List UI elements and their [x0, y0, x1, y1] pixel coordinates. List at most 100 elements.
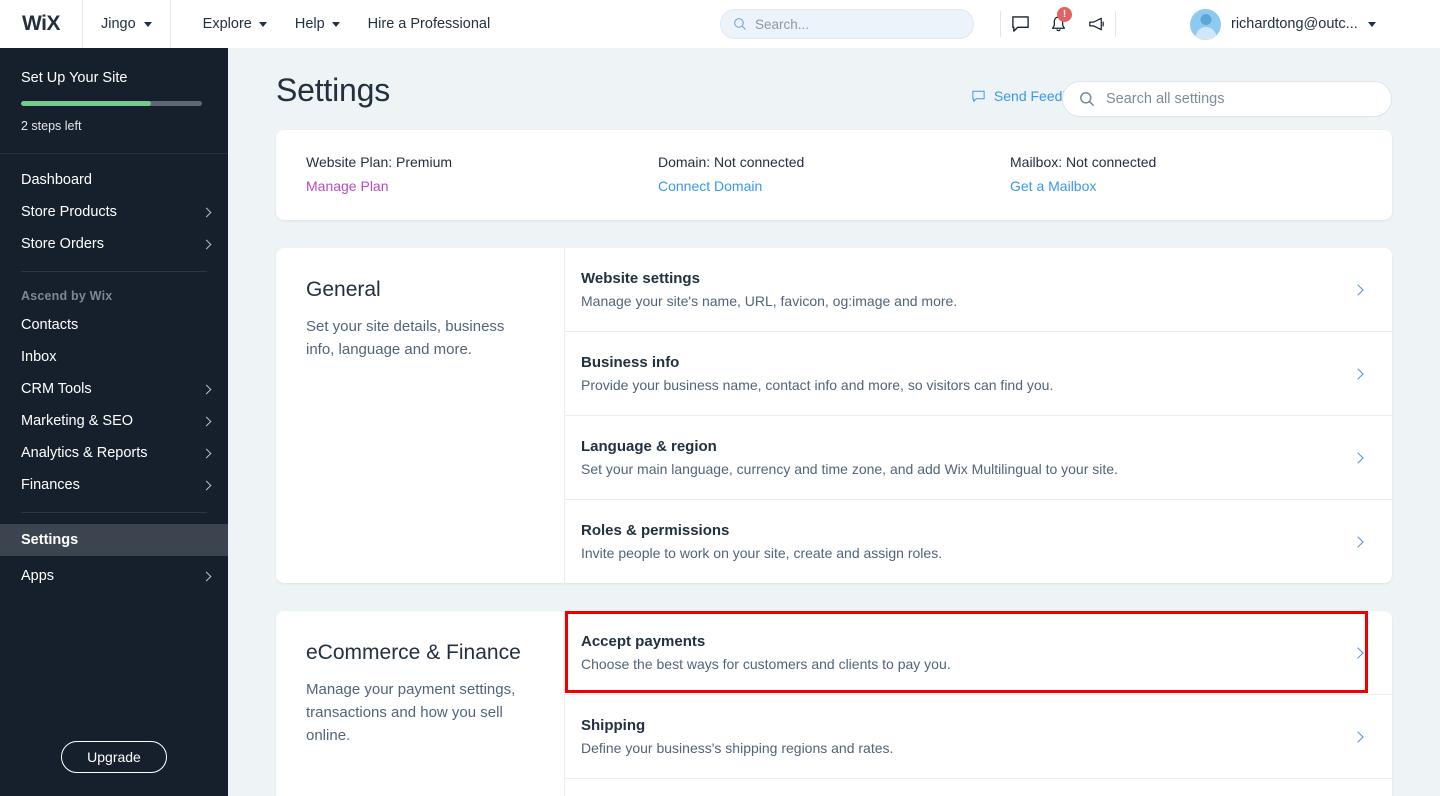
notifications-button[interactable]: !	[1039, 0, 1077, 48]
sidebar-item-label: Marketing & SEO	[21, 413, 134, 429]
page-header: Settings Send Feedback Search all settin…	[228, 48, 1440, 130]
row-text: Roles & permissions Invite people to wor…	[581, 522, 942, 561]
sidebar-item-label: Analytics & Reports	[21, 445, 148, 461]
website-plan-label: Website Plan: Premium	[306, 154, 453, 170]
sidebar-item-inbox[interactable]: Inbox	[0, 341, 228, 373]
chevron-right-icon	[201, 448, 212, 458]
user-account-menu[interactable]: richardtong@outc...	[1190, 0, 1376, 48]
sidebar-item-contacts[interactable]: Contacts	[0, 309, 228, 341]
sidebar-item-finances[interactable]: Finances	[0, 469, 228, 501]
chevron-down-icon	[143, 21, 152, 27]
setup-steps-left: 2 steps left	[21, 119, 82, 133]
upgrade-button[interactable]: Upgrade	[61, 741, 167, 773]
megaphone-icon	[1088, 17, 1104, 30]
search-icon	[1080, 92, 1095, 107]
chevron-down-icon	[331, 21, 340, 27]
settings-row-accept-payments[interactable]: Accept payments Choose the best ways for…	[565, 611, 1392, 695]
settings-row-business-info[interactable]: Business info Provide your business name…	[565, 332, 1392, 416]
row-title: Roles & permissions	[581, 522, 730, 539]
row-text: Accept payments Choose the best ways for…	[581, 633, 951, 672]
site-status-card: Website Plan: Premium Manage Plan Domain…	[276, 130, 1392, 220]
row-description: Manage your site's name, URL, favicon, o…	[581, 293, 958, 309]
sidebar-item-label: Settings	[21, 532, 79, 548]
section-ecommerce-rows: Accept payments Choose the best ways for…	[564, 611, 1392, 796]
nav-hire-a-professional[interactable]: Hire a Professional	[354, 0, 505, 48]
sidebar-item-marketing-seo[interactable]: Marketing & SEO	[0, 405, 228, 437]
settings-row-roles-permissions[interactable]: Roles & permissions Invite people to wor…	[565, 500, 1392, 583]
chat-icon	[1011, 15, 1029, 32]
sidebar-item-apps[interactable]: Apps	[0, 560, 228, 592]
nav-explore-label: Explore	[202, 16, 252, 32]
row-description: Set your main language, currency and tim…	[581, 461, 1118, 477]
section-description: Manage your payment settings, transactio…	[306, 681, 516, 744]
sidebar-item-settings[interactable]: Settings	[0, 524, 228, 556]
row-text: Language & region Set your main language…	[581, 438, 1118, 477]
global-search[interactable]: Search...	[720, 9, 974, 39]
section-ecommerce-finance: eCommerce & Finance Manage your payment …	[276, 611, 1392, 796]
sidebar-divider	[21, 271, 207, 272]
sidebar-item-store-orders[interactable]: Store Orders	[0, 228, 228, 260]
settings-search-input[interactable]: Search all settings	[1062, 81, 1392, 117]
main-content: Settings Send Feedback Search all settin…	[228, 48, 1440, 796]
row-description: Invite people to work on your site, crea…	[581, 545, 943, 561]
feedback-chat-icon	[972, 90, 985, 102]
search-icon	[734, 18, 747, 31]
row-text: Shipping Define your business's shipping…	[581, 717, 893, 756]
section-title: General	[306, 278, 381, 301]
chevron-down-icon	[258, 21, 267, 27]
setup-progress-fill	[21, 101, 152, 106]
domain-label: Domain: Not connected	[658, 154, 805, 170]
avatar	[1190, 8, 1221, 40]
chat-icon-button[interactable]	[1001, 0, 1039, 48]
sidebar-item-crm-tools[interactable]: CRM Tools	[0, 373, 228, 405]
sidebar-item-label: Contacts	[21, 317, 79, 333]
user-email-label: richardtong@outc...	[1231, 16, 1358, 32]
row-title: Accept payments	[581, 633, 706, 650]
settings-row-website-settings[interactable]: Website settings Manage your site's name…	[565, 248, 1392, 332]
row-description: Provide your business name, contact info…	[581, 377, 1054, 393]
mailbox-column: Mailbox: Not connected Get a Mailbox	[1010, 154, 1362, 194]
setup-your-site-panel[interactable]: Set Up Your Site 2 steps left	[0, 48, 228, 154]
nav-help[interactable]: Help	[281, 0, 354, 48]
chevron-right-icon	[1352, 283, 1364, 296]
row-title: Language & region	[581, 438, 717, 455]
connect-domain-link[interactable]: Connect Domain	[658, 178, 1010, 194]
row-text: Business info Provide your business name…	[581, 354, 1053, 393]
settings-row-partial-cutoff[interactable]	[565, 779, 1392, 796]
settings-row-language-region[interactable]: Language & region Set your main language…	[565, 416, 1392, 500]
sidebar-item-dashboard[interactable]: Dashboard	[0, 164, 228, 196]
manage-plan-link[interactable]: Manage Plan	[306, 178, 658, 194]
wix-logo-text: WiX	[22, 12, 60, 35]
section-ecommerce-info: eCommerce & Finance Manage your payment …	[276, 611, 564, 796]
sidebar-item-store-products[interactable]: Store Products	[0, 196, 228, 228]
top-nav-links: Explore Help Hire a Professional	[171, 0, 505, 48]
get-a-mailbox-link[interactable]: Get a Mailbox	[1010, 178, 1362, 194]
chevron-right-icon	[201, 384, 212, 394]
settings-scroll-area[interactable]: Website Plan: Premium Manage Plan Domain…	[228, 130, 1440, 796]
chevron-right-icon	[1352, 730, 1364, 743]
sidebar-nav: Dashboard Store Products Store Orders As…	[0, 154, 228, 592]
sidebar-item-label: Store Products	[21, 204, 117, 220]
website-plan-column: Website Plan: Premium Manage Plan	[306, 154, 658, 194]
settings-row-shipping[interactable]: Shipping Define your business's shipping…	[565, 695, 1392, 779]
wix-logo[interactable]: WiX	[0, 0, 83, 48]
top-bar-icon-group: !	[1000, 0, 1116, 48]
site-name-label: Jingo	[101, 16, 136, 32]
chevron-right-icon	[201, 571, 212, 581]
row-title: Website settings	[581, 270, 700, 287]
announcements-button[interactable]	[1077, 0, 1115, 48]
sidebar-item-analytics-reports[interactable]: Analytics & Reports	[0, 437, 228, 469]
nav-hire-label: Hire a Professional	[367, 16, 491, 32]
chevron-down-icon	[1367, 21, 1376, 27]
row-description: Choose the best ways for customers and c…	[581, 656, 951, 672]
site-selector[interactable]: Jingo	[83, 0, 171, 48]
sidebar-item-label: CRM Tools	[21, 381, 92, 397]
settings-search-placeholder: Search all settings	[1106, 91, 1225, 107]
chevron-right-icon	[201, 480, 212, 490]
sidebar-item-label: Store Orders	[21, 236, 104, 252]
nav-explore[interactable]: Explore	[189, 0, 281, 48]
chevron-right-icon	[201, 239, 212, 249]
section-general-rows: Website settings Manage your site's name…	[564, 248, 1392, 583]
row-text: Website settings Manage your site's name…	[581, 270, 957, 309]
global-search-box[interactable]: Search...	[720, 9, 974, 39]
